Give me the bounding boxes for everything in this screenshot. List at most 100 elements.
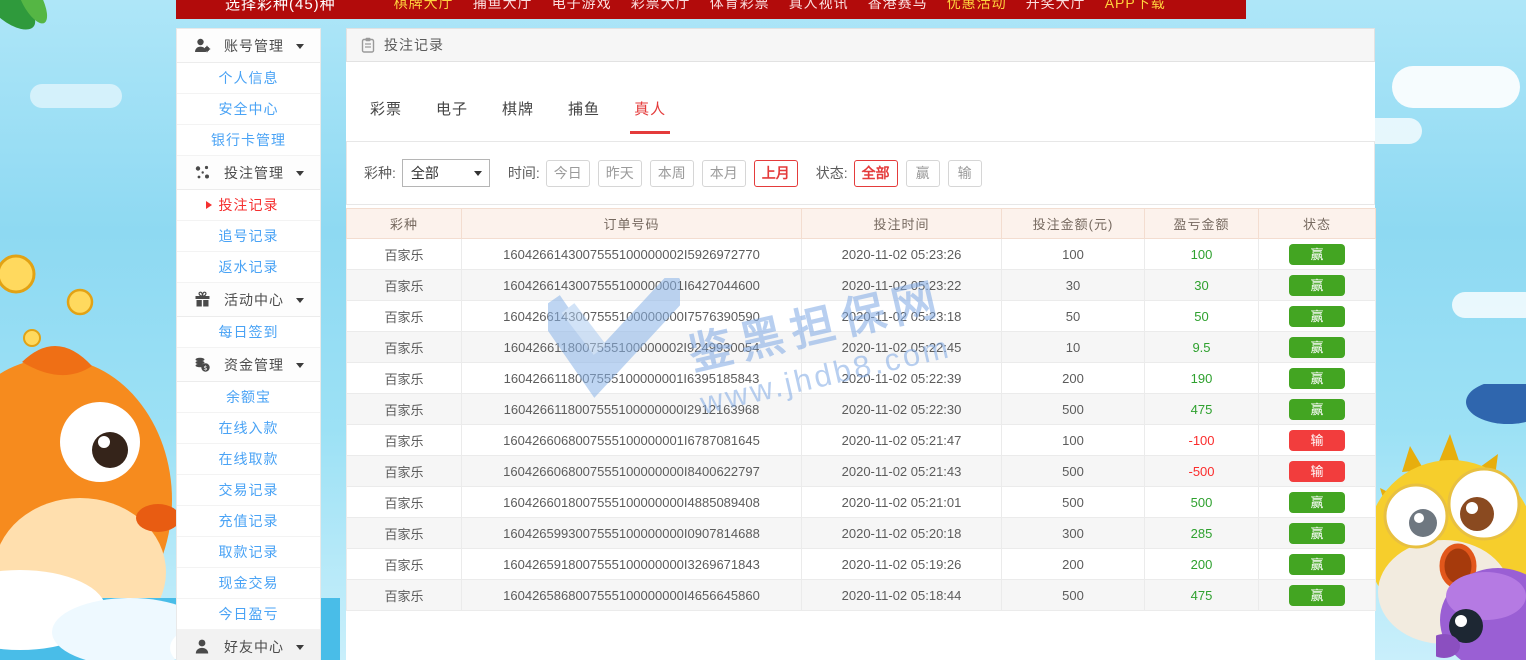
- cell-bet-amount: 200: [1002, 363, 1145, 394]
- column-header: 状态: [1259, 209, 1376, 239]
- nav-item[interactable]: APP下载: [1105, 0, 1166, 13]
- nav-item[interactable]: 捕鱼大厅: [473, 0, 533, 13]
- cell-game: 百家乐: [347, 425, 462, 456]
- sidebar-item-投注记录[interactable]: 投注记录: [177, 190, 320, 221]
- cell-bet-time: 2020-11-02 05:22:30: [802, 394, 1002, 425]
- status-badge: 输: [1289, 461, 1345, 482]
- nav-lottery-entry[interactable]: 选择彩种(45)种: [225, 0, 336, 14]
- cell-status: 赢: [1259, 239, 1376, 270]
- table-row: 百家乐1604266018007555100000000I48850894082…: [347, 487, 1376, 518]
- nav-item[interactable]: 电子游戏: [552, 0, 612, 13]
- cloud-decoration: [1392, 66, 1520, 108]
- sidebar-item-取款记录[interactable]: 取款记录: [177, 537, 320, 568]
- table-row: 百家乐1604266143007555100000002I59269727702…: [347, 239, 1376, 270]
- sidebar-item-余额宝[interactable]: 余额宝: [177, 382, 320, 413]
- lottery-filter-label: 彩种:: [364, 163, 396, 183]
- table-row: 百家乐1604266068007555100000000I84006227972…: [347, 456, 1376, 487]
- tab-真人[interactable]: 真人: [630, 98, 670, 134]
- sidebar-item-充值记录[interactable]: 充值记录: [177, 506, 320, 537]
- cell-bet-time: 2020-11-02 05:23:26: [802, 239, 1002, 270]
- lottery-select[interactable]: 全部: [402, 159, 490, 187]
- cell-order-number: 1604266068007555100000000I8400622797: [462, 456, 802, 487]
- sidebar-group-投注管理[interactable]: 投注管理: [177, 156, 320, 190]
- sidebar-item-现金交易[interactable]: 现金交易: [177, 568, 320, 599]
- time-filter-本周[interactable]: 本周: [650, 160, 694, 187]
- time-filter-label: 时间:: [508, 163, 540, 183]
- sidebar-group-账号管理[interactable]: 账号管理: [177, 29, 320, 63]
- nav-item[interactable]: 优惠活动: [947, 0, 1007, 13]
- tab-彩票[interactable]: 彩票: [366, 98, 406, 131]
- user-gear-icon: [194, 37, 211, 54]
- status-filter-赢[interactable]: 赢: [906, 160, 940, 187]
- cell-bet-amount: 500: [1002, 487, 1145, 518]
- menu-list-icon[interactable]: [194, 0, 211, 10]
- cell-bet-time: 2020-11-02 05:19:26: [802, 549, 1002, 580]
- cell-order-number: 1604266143007555100000002I5926972770: [462, 239, 802, 270]
- time-filter-昨天[interactable]: 昨天: [598, 160, 642, 187]
- cell-game: 百家乐: [347, 518, 462, 549]
- chevron-down-icon: [296, 645, 304, 650]
- table-row: 百家乐1604266143007555100000000I75763905902…: [347, 301, 1376, 332]
- cell-game: 百家乐: [347, 456, 462, 487]
- svg-text:$: $: [203, 364, 207, 372]
- cell-profit: 285: [1145, 518, 1259, 549]
- nav-item[interactable]: 棋牌大厅: [394, 0, 454, 13]
- nav-item[interactable]: 开奖大厅: [1026, 0, 1086, 13]
- sidebar-item-返水记录[interactable]: 返水记录: [177, 252, 320, 283]
- cell-profit: 100: [1145, 239, 1259, 270]
- main-panel: 彩票电子棋牌捕鱼真人 彩种: 全部 时间: 今日昨天本周本月上月 状态: 全部赢…: [346, 62, 1375, 660]
- tab-捕鱼[interactable]: 捕鱼: [564, 98, 604, 131]
- nav-item[interactable]: 香港赛马: [868, 0, 928, 13]
- nav-item[interactable]: 彩票大厅: [631, 0, 691, 13]
- time-filter-上月[interactable]: 上月: [754, 160, 798, 187]
- table-row: 百家乐1604265868007555100000000I46566458602…: [347, 580, 1376, 611]
- tab-电子[interactable]: 电子: [432, 98, 472, 131]
- sidebar-item-追号记录[interactable]: 追号记录: [177, 221, 320, 252]
- user-icon: [194, 638, 211, 655]
- chevron-down-icon: [296, 171, 304, 176]
- sidebar-item-每日签到[interactable]: 每日签到: [177, 317, 320, 348]
- nav-item[interactable]: 体育彩票: [710, 0, 770, 13]
- cell-bet-time: 2020-11-02 05:23:22: [802, 270, 1002, 301]
- chevron-down-icon: [474, 171, 482, 176]
- cell-game: 百家乐: [347, 363, 462, 394]
- sidebar-item-在线取款[interactable]: 在线取款: [177, 444, 320, 475]
- sidebar-group-资金管理[interactable]: $资金管理: [177, 348, 320, 382]
- tab-棋牌[interactable]: 棋牌: [498, 98, 538, 131]
- bet-records-table: 彩种订单号码投注时间投注金额(元)盈亏金额状态 百家乐1604266143007…: [346, 208, 1376, 611]
- coins-icon: $: [194, 356, 211, 373]
- cell-status: 输: [1259, 425, 1376, 456]
- sidebar-item-个人信息[interactable]: 个人信息: [177, 63, 320, 94]
- status-filter-全部[interactable]: 全部: [854, 160, 898, 187]
- cell-profit: -100: [1145, 425, 1259, 456]
- filter-bar: 彩种: 全部 时间: 今日昨天本周本月上月 状态: 全部赢输: [346, 141, 1375, 205]
- cell-status: 赢: [1259, 363, 1376, 394]
- cell-bet-amount: 50: [1002, 301, 1145, 332]
- time-filter-本月[interactable]: 本月: [702, 160, 746, 187]
- table-row: 百家乐1604266118007555100000002I92499300542…: [347, 332, 1376, 363]
- sidebar-item-安全中心[interactable]: 安全中心: [177, 94, 320, 125]
- sidebar-item-今日盈亏[interactable]: 今日盈亏: [177, 599, 320, 630]
- status-filter-label: 状态:: [816, 163, 848, 183]
- status-badge: 赢: [1289, 585, 1345, 606]
- sidebar-item-在线入款[interactable]: 在线入款: [177, 413, 320, 444]
- table-row: 百家乐1604265918007555100000000I32696718432…: [347, 549, 1376, 580]
- cell-status: 赢: [1259, 332, 1376, 363]
- cell-bet-amount: 500: [1002, 394, 1145, 425]
- sidebar-item-交易记录[interactable]: 交易记录: [177, 475, 320, 506]
- cell-bet-amount: 500: [1002, 580, 1145, 611]
- sidebar-group-活动中心[interactable]: 活动中心: [177, 283, 320, 317]
- table-header-row: 彩种订单号码投注时间投注金额(元)盈亏金额状态: [347, 209, 1376, 239]
- cell-order-number: 1604266143007555100000000I7576390590: [462, 301, 802, 332]
- sidebar-group-好友中心[interactable]: 好友中心: [177, 630, 320, 660]
- cell-bet-amount: 300: [1002, 518, 1145, 549]
- cell-bet-time: 2020-11-02 05:18:44: [802, 580, 1002, 611]
- sidebar-item-银行卡管理[interactable]: 银行卡管理: [177, 125, 320, 156]
- status-filter-输[interactable]: 输: [948, 160, 982, 187]
- table-row: 百家乐1604266118007555100000001I63951858432…: [347, 363, 1376, 394]
- nav-item[interactable]: 真人视讯: [789, 0, 849, 13]
- time-filter-今日[interactable]: 今日: [546, 160, 590, 187]
- cell-profit: 190: [1145, 363, 1259, 394]
- cell-bet-time: 2020-11-02 05:22:45: [802, 332, 1002, 363]
- cell-status: 赢: [1259, 270, 1376, 301]
